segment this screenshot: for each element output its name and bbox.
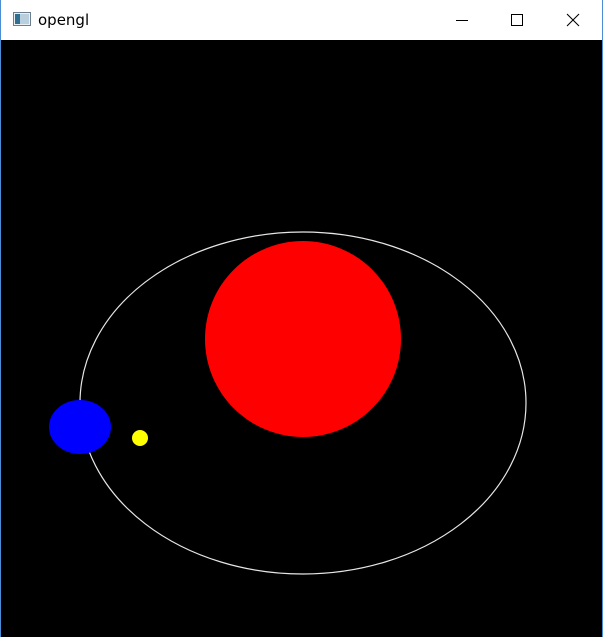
minimize-button[interactable] bbox=[439, 0, 485, 40]
window-title: opengl bbox=[38, 11, 90, 29]
close-icon bbox=[566, 13, 580, 27]
maximize-icon bbox=[511, 14, 523, 26]
minimize-icon bbox=[456, 20, 468, 21]
opengl-canvas[interactable] bbox=[1, 40, 602, 637]
app-window: opengl bbox=[0, 0, 603, 637]
close-button[interactable] bbox=[550, 0, 596, 40]
maximize-button[interactable] bbox=[494, 0, 540, 40]
moon-sphere bbox=[132, 430, 148, 446]
title-bar[interactable]: opengl bbox=[1, 0, 602, 40]
app-window-icon bbox=[13, 12, 31, 26]
sun-sphere bbox=[205, 241, 401, 437]
planet-sphere bbox=[49, 400, 111, 454]
